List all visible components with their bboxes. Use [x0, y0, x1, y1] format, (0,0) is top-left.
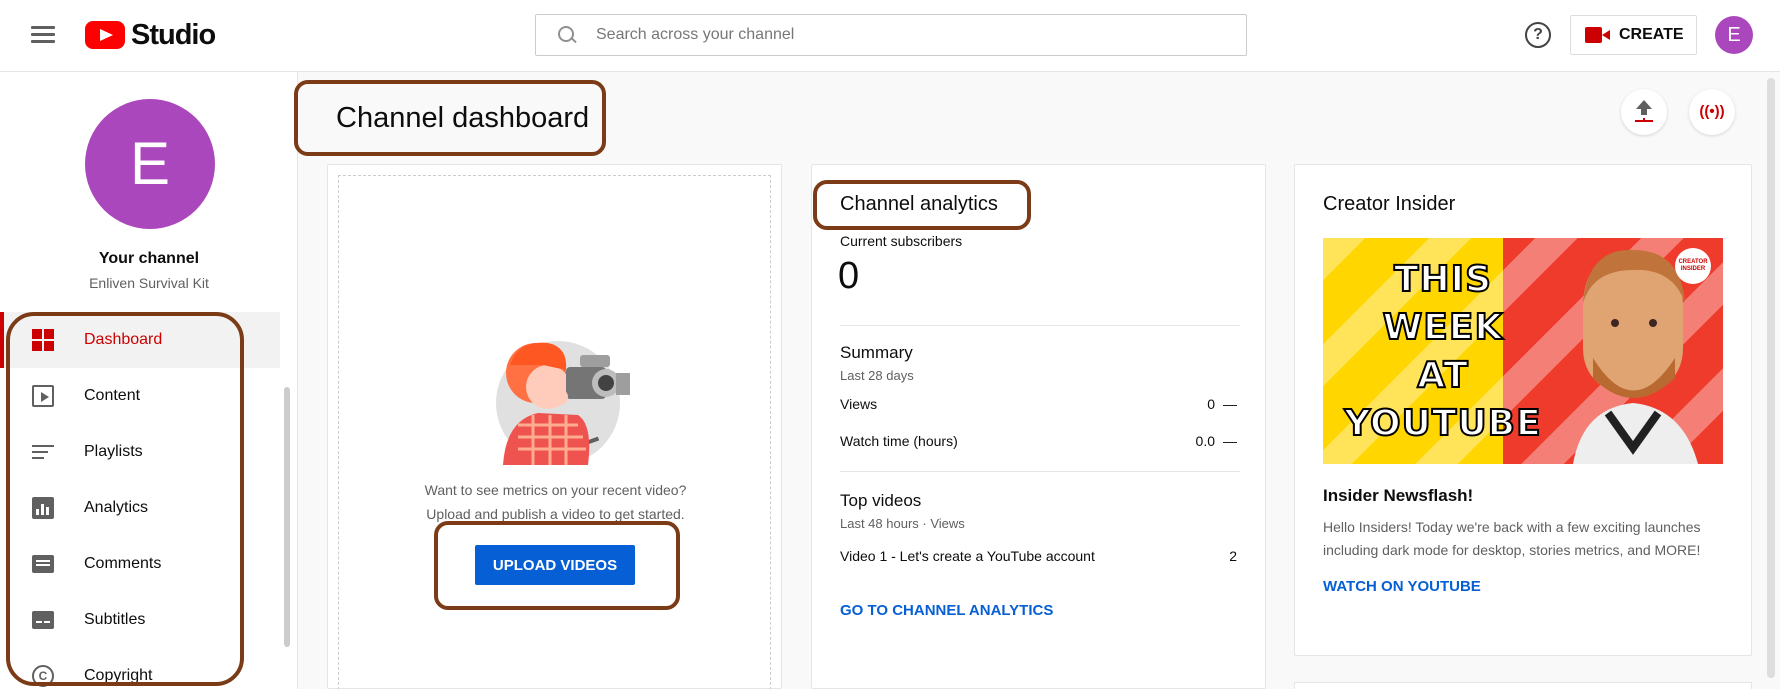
- create-button[interactable]: CREATE: [1570, 15, 1697, 55]
- upload-message: Want to see metrics on your recent video…: [328, 478, 783, 526]
- upload-videos-button[interactable]: UPLOAD VIDEOS: [475, 545, 635, 585]
- thumbnail-line1: THIS: [1393, 258, 1492, 301]
- sidebar-item-analytics[interactable]: Analytics: [0, 480, 280, 536]
- views-label: Views: [840, 396, 878, 412]
- analytics-title: Channel analytics: [840, 193, 998, 215]
- sidebar-item-label: Comments: [84, 555, 162, 572]
- thumbnail-line4: YOUTUBE: [1343, 402, 1542, 445]
- insider-title: Creator Insider: [1323, 193, 1456, 215]
- logo-text: Studio: [131, 18, 216, 51]
- thumbnail-line3: AT: [1416, 354, 1469, 397]
- views-value: 0: [1207, 396, 1215, 412]
- channel-analytics-card: Channel analytics Current subscribers 0 …: [811, 164, 1266, 689]
- next-card-edge: [1294, 682, 1752, 689]
- help-icon[interactable]: ?: [1525, 22, 1551, 48]
- sidebar-item-label: Subtitles: [84, 611, 146, 628]
- sidebar-item-label: Copyright: [84, 667, 153, 684]
- thumbnail-line2: WEEK: [1382, 306, 1504, 349]
- summary-title: Summary: [840, 343, 913, 362]
- hamburger-menu-icon[interactable]: [28, 22, 58, 48]
- top-bar: Studio ? CREATE E: [0, 0, 1780, 72]
- sidebar: E Your channel Enliven Survival Kit Dash…: [0, 72, 298, 689]
- sidebar-item-label: Playlists: [84, 443, 143, 460]
- upload-message-line1: Want to see metrics on your recent video…: [424, 482, 687, 498]
- upload-icon[interactable]: [1621, 89, 1667, 135]
- sidebar-item-subtitles[interactable]: Subtitles: [0, 592, 280, 648]
- go-to-channel-analytics-link[interactable]: GO TO CHANNEL ANALYTICS: [840, 602, 1053, 619]
- news-title: Insider Newsflash!: [1323, 486, 1474, 505]
- news-body: Hello Insiders! Today we're back with a …: [1323, 519, 1701, 558]
- channel-name: Enliven Survival Kit: [89, 275, 209, 291]
- video-thumbnail[interactable]: THIS WEEK AT YOUTUBE CREATOR INSIDER: [1323, 238, 1723, 464]
- sidebar-item-label: Analytics: [84, 499, 149, 516]
- camera-person-illustration: [496, 341, 630, 465]
- copyright-icon: C: [32, 665, 54, 687]
- sidebar-item-label: Content: [84, 387, 141, 404]
- divider: [840, 325, 1240, 326]
- content-icon: [32, 385, 54, 407]
- creator-insider-badge: CREATOR INSIDER: [1675, 248, 1711, 284]
- search-bar[interactable]: [535, 14, 1247, 56]
- top-videos-title: Top videos: [840, 491, 922, 510]
- playlists-icon: [32, 441, 54, 463]
- sidebar-nav: Dashboard Content Playlists Analytics Co…: [0, 312, 280, 689]
- your-channel-label: Your channel: [98, 250, 200, 267]
- channel-avatar[interactable]: E: [85, 99, 215, 229]
- thumbnail-text: THIS WEEK AT YOUTUBE: [1343, 256, 1543, 448]
- sidebar-scrollbar[interactable]: [284, 387, 290, 647]
- create-label: CREATE: [1619, 26, 1684, 43]
- watch-time-value: 0.0: [1195, 433, 1215, 449]
- subscribers-value: 0: [838, 255, 860, 297]
- dashboard-icon: [32, 329, 54, 351]
- go-live-icon[interactable]: ((•)): [1689, 89, 1735, 135]
- upload-message-line2: Upload and publish a video to get starte…: [426, 506, 685, 522]
- subtitles-icon: [32, 611, 54, 629]
- main-scrollbar[interactable]: [1767, 78, 1775, 678]
- subscribers-label: Current subscribers: [840, 233, 963, 249]
- page-title: Channel dashboard: [336, 102, 590, 134]
- youtube-play-icon: [85, 21, 125, 49]
- page-title-area: Channel dashboard: [298, 82, 603, 154]
- sidebar-item-content[interactable]: Content: [0, 368, 280, 424]
- top-video-title[interactable]: Video 1 - Let's create a YouTube account: [840, 548, 1095, 564]
- search-input[interactable]: [596, 26, 1196, 44]
- watch-on-youtube-link[interactable]: WATCH ON YOUTUBE: [1323, 578, 1481, 595]
- divider: [840, 471, 1240, 472]
- sidebar-item-copyright[interactable]: C Copyright: [0, 648, 280, 689]
- account-avatar[interactable]: E: [1715, 16, 1753, 54]
- analytics-icon: [32, 497, 54, 519]
- sidebar-item-label: Dashboard: [84, 331, 163, 348]
- sidebar-item-comments[interactable]: Comments: [0, 536, 280, 592]
- youtube-studio-logo[interactable]: Studio: [85, 18, 216, 51]
- creator-insider-card: Creator Insider THIS WEEK AT YOUTUBE CRE…: [1294, 164, 1752, 656]
- top-videos-period: Last 48 hours · Views: [840, 516, 965, 531]
- video-camera-icon: [1585, 27, 1611, 43]
- views-change: —: [1223, 396, 1237, 412]
- search-icon: [558, 26, 576, 44]
- sidebar-item-dashboard[interactable]: Dashboard: [0, 312, 280, 368]
- top-video-views: 2: [1229, 548, 1237, 564]
- summary-period: Last 28 days: [840, 368, 914, 383]
- watch-time-change: —: [1223, 433, 1237, 449]
- watch-time-label: Watch time (hours): [840, 433, 958, 449]
- comments-icon: [32, 555, 54, 573]
- sidebar-item-playlists[interactable]: Playlists: [0, 424, 280, 480]
- upload-card: Want to see metrics on your recent video…: [327, 164, 782, 689]
